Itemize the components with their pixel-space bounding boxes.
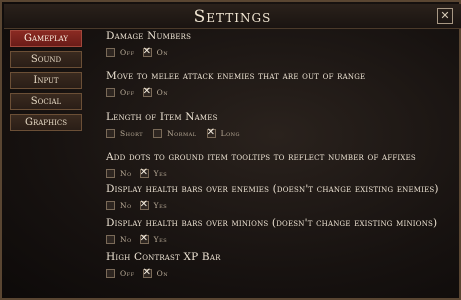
checkbox[interactable]: [106, 268, 115, 278]
option-high-contrast-xp-bar: High Contrast XP Bar Off On: [106, 251, 456, 280]
choice-label: Off: [120, 87, 135, 97]
option-title: Add dots to ground item tooltips to refl…: [106, 151, 416, 163]
checkbox[interactable]: [142, 86, 152, 97]
option-choices: No Yes: [106, 198, 456, 212]
option-damage-numbers: Damage Numbers Off On: [106, 30, 456, 59]
choice-label: Off: [120, 47, 135, 57]
choice-label: Short: [120, 128, 144, 138]
choice-short[interactable]: Short: [106, 128, 144, 138]
nav-item-graphics[interactable]: Graphics: [10, 114, 82, 131]
checkbox[interactable]: [139, 199, 149, 210]
checkbox[interactable]: [106, 87, 115, 97]
choice-no[interactable]: No: [106, 234, 132, 244]
choice-label: On: [156, 47, 169, 57]
choice-label: Yes: [153, 200, 168, 210]
nav-item-input[interactable]: Input: [10, 72, 82, 89]
close-icon[interactable]: ✕: [437, 8, 453, 24]
checkbox[interactable]: [106, 47, 115, 57]
checkbox[interactable]: [106, 168, 115, 178]
choice-normal[interactable]: Normal: [153, 128, 197, 138]
option-choices: No Yes: [106, 232, 456, 246]
choice-label: Off: [120, 268, 135, 278]
choice-label: Yes: [153, 168, 168, 178]
option-move-to-melee: Move to melee attack enemies that are ou…: [106, 70, 456, 99]
checkbox[interactable]: [139, 167, 149, 178]
settings-window: Settings ✕ Gameplay Sound Input Social G…: [0, 0, 461, 300]
option-title: Damage Numbers: [106, 30, 192, 42]
nav-item-social[interactable]: Social: [10, 93, 82, 110]
choice-no[interactable]: No: [106, 168, 132, 178]
option-affix-dots: Add dots to ground item tooltips to refl…: [106, 151, 456, 180]
choice-long[interactable]: Long: [206, 127, 241, 138]
option-title: Length of Item Names: [106, 111, 218, 123]
option-choices: Off On: [106, 45, 456, 59]
choice-on[interactable]: On: [142, 86, 169, 97]
nav-item-gameplay[interactable]: Gameplay: [10, 30, 82, 47]
choice-on[interactable]: On: [142, 46, 169, 57]
choice-label: On: [156, 87, 169, 97]
title-bar: Settings ✕: [4, 4, 461, 29]
choice-label: No: [120, 234, 132, 244]
option-item-name-length: Length of Item Names Short Normal Long: [106, 111, 456, 140]
choice-label: Normal: [167, 128, 197, 138]
choice-yes[interactable]: Yes: [139, 167, 168, 178]
checkbox[interactable]: [139, 233, 149, 244]
choice-yes[interactable]: Yes: [139, 233, 168, 244]
checkbox[interactable]: [142, 46, 152, 57]
settings-nav: Gameplay Sound Input Social Graphics: [10, 30, 82, 135]
checkbox[interactable]: [106, 234, 115, 244]
option-title: Move to melee attack enemies that are ou…: [106, 70, 366, 82]
choice-yes[interactable]: Yes: [139, 199, 168, 210]
choice-label: Long: [220, 128, 241, 138]
checkbox[interactable]: [153, 128, 163, 138]
checkbox[interactable]: [206, 127, 216, 138]
option-choices: Short Normal Long: [106, 126, 456, 140]
choice-label: No: [120, 168, 132, 178]
checkbox[interactable]: [142, 267, 152, 278]
checkbox[interactable]: [106, 200, 115, 210]
option-choices: No Yes: [106, 166, 456, 180]
choice-no[interactable]: No: [106, 200, 132, 210]
option-choices: Off On: [106, 85, 456, 99]
option-title: Display health bars over minions (doesn'…: [106, 217, 438, 229]
choice-on[interactable]: On: [142, 267, 169, 278]
option-enemy-health-bars: Display health bars over enemies (doesn'…: [106, 183, 456, 212]
checkbox[interactable]: [106, 128, 115, 138]
option-title: Display health bars over enemies (doesn'…: [106, 183, 439, 195]
settings-content: Damage Numbers Off On Move to melee atta…: [106, 30, 456, 280]
choice-label: Yes: [153, 234, 168, 244]
option-title: High Contrast XP Bar: [106, 251, 221, 263]
choice-label: On: [156, 268, 169, 278]
choice-off[interactable]: Off: [106, 268, 135, 278]
choice-label: No: [120, 200, 132, 210]
nav-item-sound[interactable]: Sound: [10, 51, 82, 68]
choice-off[interactable]: Off: [106, 47, 135, 57]
option-choices: Off On: [106, 266, 456, 280]
option-minion-health-bars: Display health bars over minions (doesn'…: [106, 217, 456, 246]
window-title: Settings: [193, 7, 272, 27]
choice-off[interactable]: Off: [106, 87, 135, 97]
